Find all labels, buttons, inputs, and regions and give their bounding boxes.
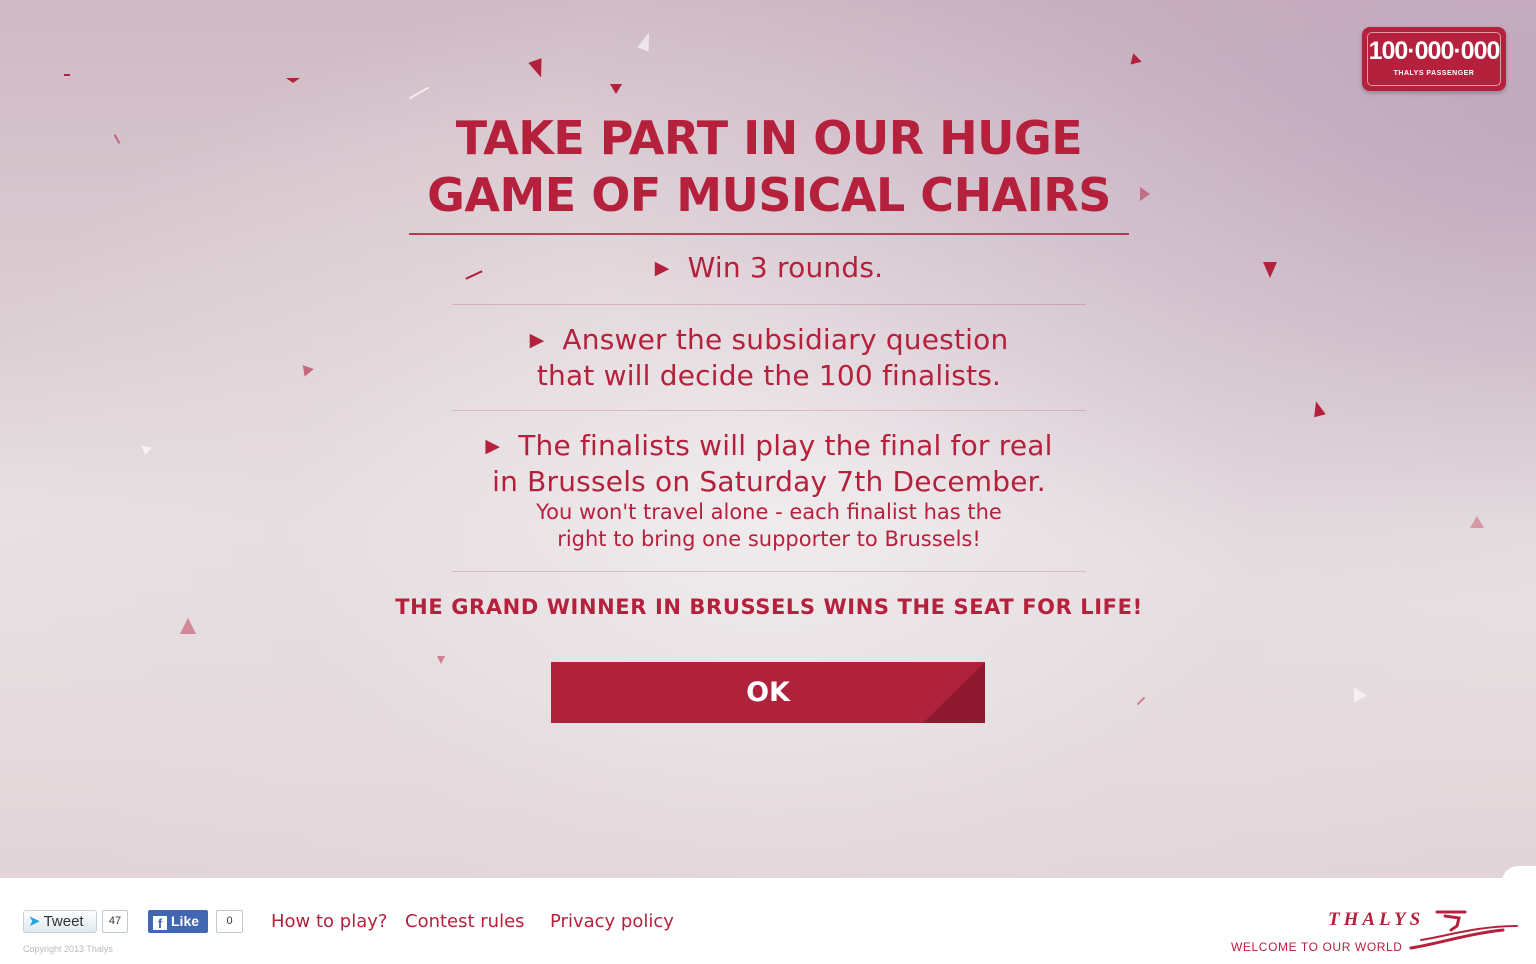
list-item: ▶ Win 3 rounds. <box>452 235 1086 305</box>
confetti-piece <box>1263 262 1277 278</box>
step-note: right to bring one supporter to Brussels… <box>557 527 981 551</box>
thalys-tagline: WELCOME TO OUR WORLD <box>1231 940 1403 954</box>
confetti-piece <box>286 78 300 83</box>
confetti-piece <box>408 86 430 100</box>
thalys-logo[interactable]: THALYS WELCOME TO OUR WORLD <box>1229 904 1529 956</box>
page-title: TAKE PART IN OUR HUGE GAME OF MUSICAL CH… <box>390 110 1148 224</box>
ok-button[interactable]: OK <box>551 662 985 723</box>
confetti-piece <box>1310 399 1326 418</box>
facebook-f-icon: f <box>153 916 167 931</box>
step-text: that will decide the 100 finalists. <box>536 359 1002 392</box>
copyright-text: Copyright 2013 Thalys <box>23 944 113 954</box>
triangle-bullet-icon: ▶ <box>529 329 545 351</box>
triangle-bullet-icon: ▶ <box>654 257 670 279</box>
title-line-1: TAKE PART IN OUR HUGE <box>455 111 1083 165</box>
thalys-logo-mark-icon <box>1409 910 1518 950</box>
step-text: Answer the subsidiary question <box>562 323 1009 356</box>
steps-list: ▶ Win 3 rounds. ▶ Answer the subsidiary qu… <box>452 235 1086 572</box>
confetti-piece <box>528 58 548 80</box>
step-text: in Brussels on Saturday 7th December. <box>492 465 1046 498</box>
step-text: Win 3 rounds. <box>687 251 884 284</box>
button-fold-corner <box>923 662 985 723</box>
contest-rules-link[interactable]: Contest rules <box>405 911 525 932</box>
passenger-badge-logo: 100·000·000 THALYS PASSENGER <box>1362 27 1506 91</box>
confetti-piece <box>610 84 622 94</box>
footer-notch <box>1502 866 1536 886</box>
confetti-piece <box>298 361 314 377</box>
tweet-button[interactable]: ➤ Tweet <box>23 910 97 933</box>
like-label: Like <box>171 913 200 929</box>
how-to-play-link[interactable]: How to play? <box>271 911 387 932</box>
title-divider <box>409 233 1129 235</box>
confetti-piece <box>437 656 445 664</box>
tweet-label: Tweet <box>43 913 84 930</box>
confetti-piece <box>637 30 655 52</box>
tweet-count: 47 <box>102 910 128 933</box>
confetti-piece <box>1470 516 1484 528</box>
confetti-piece <box>1136 696 1146 706</box>
list-item: ▶ The finalists will play the final for r… <box>452 411 1086 572</box>
confetti-piece <box>64 74 70 76</box>
confetti-piece <box>113 134 121 144</box>
confetti-piece <box>1347 683 1367 703</box>
step-note: You won't travel alone - each finalist h… <box>536 500 1002 524</box>
confetti-piece <box>1126 53 1142 69</box>
privacy-policy-link[interactable]: Privacy policy <box>550 911 674 932</box>
step-text: The finalists will play the final for re… <box>518 429 1053 462</box>
list-item: ▶ Answer the subsidiary question that wil… <box>452 305 1086 411</box>
badge-number: 100·000·000 <box>1368 37 1501 65</box>
twitter-bird-icon: ➤ <box>28 913 41 930</box>
footer: ➤ Tweet 47 f Like 0 Copyright 2013 Thalys … <box>0 866 1536 964</box>
grand-winner-text: THE GRAND WINNER IN BRUSSELS WINS THE SE… <box>395 595 1143 619</box>
ok-button-label: OK <box>746 677 790 708</box>
confetti-piece <box>180 618 196 634</box>
rules-panel: TAKE PART IN OUR HUGE GAME OF MUSICAL CH… <box>390 110 1148 620</box>
badge-subtitle: THALYS PASSENGER <box>1393 70 1475 77</box>
triangle-bullet-icon: ▶ <box>485 435 501 457</box>
facebook-like-button[interactable]: f Like <box>148 910 208 933</box>
like-count: 0 <box>216 910 243 933</box>
confetti-piece <box>138 441 152 456</box>
title-line-2: GAME OF MUSICAL CHAIRS <box>427 168 1111 222</box>
